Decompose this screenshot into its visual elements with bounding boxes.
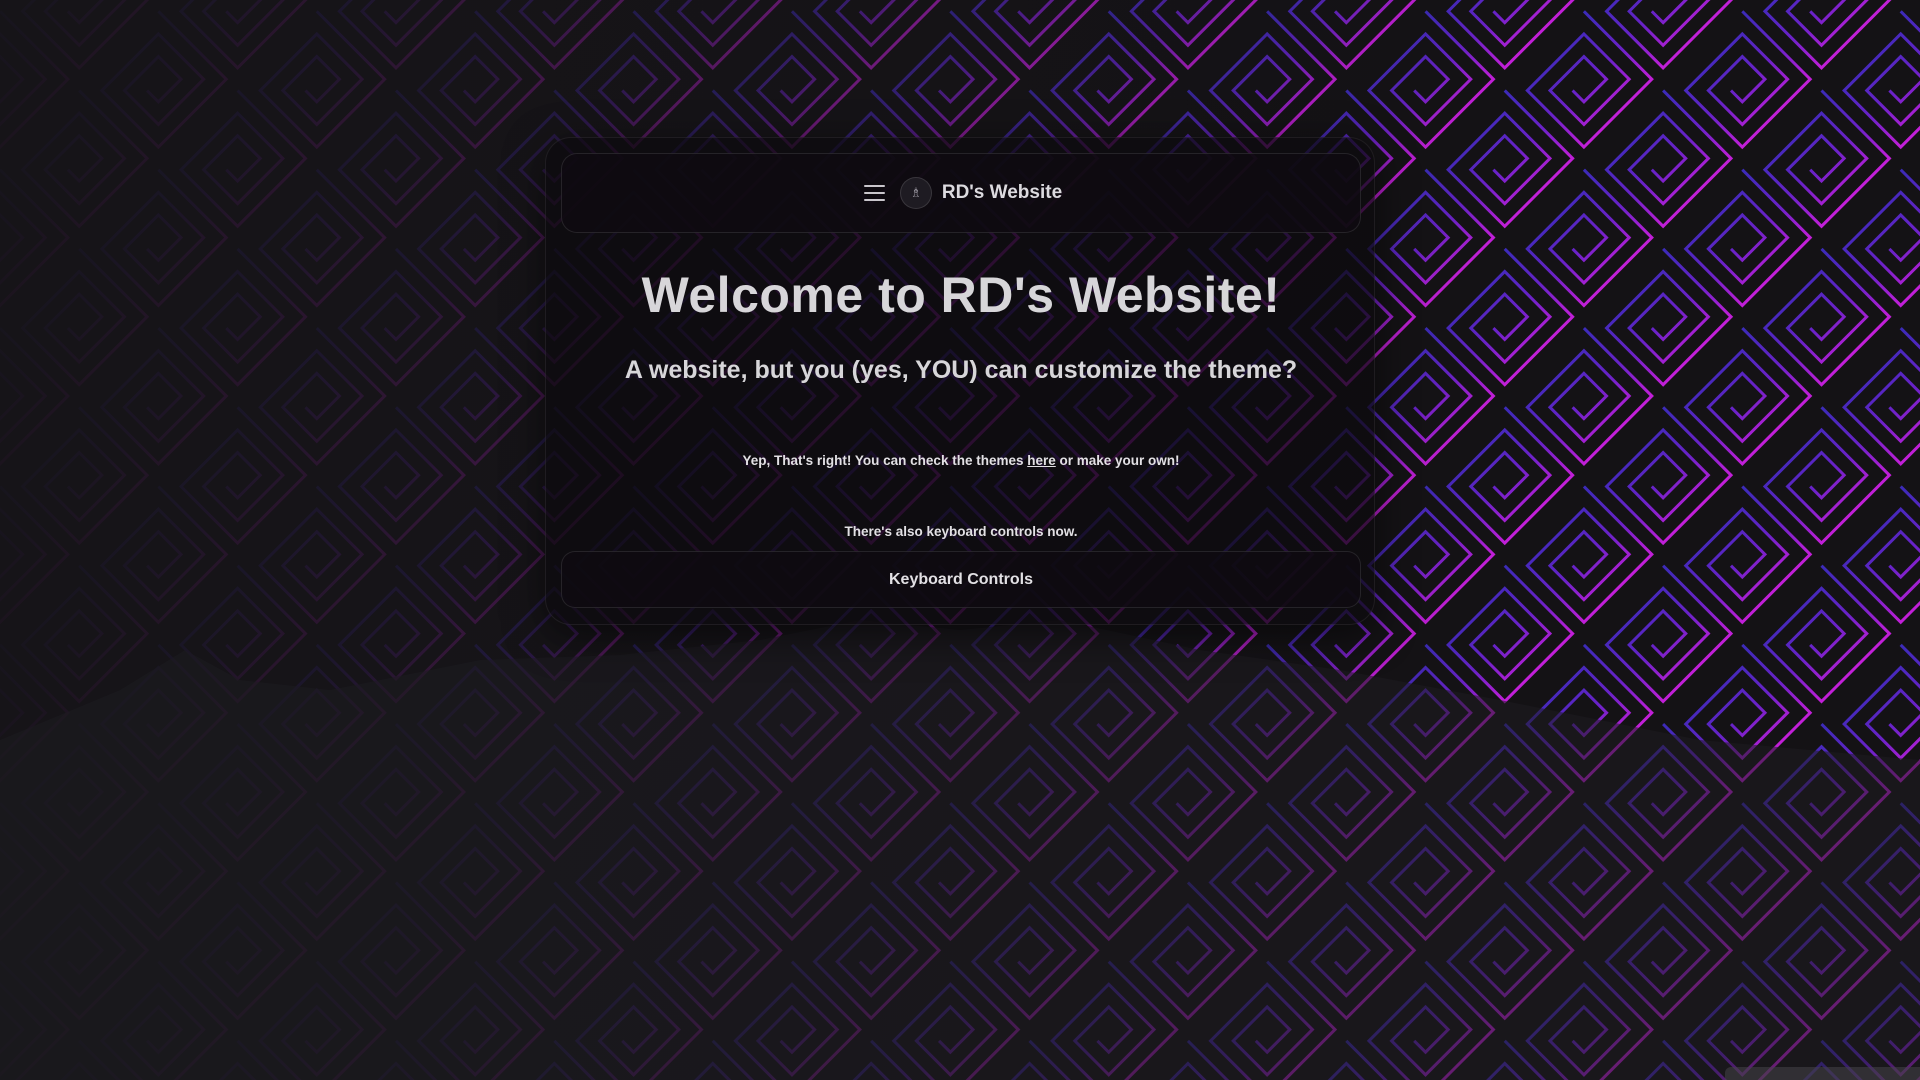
welcome-card: ♗ RD's Website Welcome to RD's Website! …: [545, 137, 1375, 625]
corner-overlay: [1725, 1067, 1920, 1080]
page-subtitle: A website, but you (yes, YOU) can custom…: [624, 356, 1298, 384]
site-name[interactable]: RD's Website: [942, 182, 1062, 204]
logo-glyph: ♗: [910, 185, 922, 201]
themes-text-before: Yep, That's right! You can check the the…: [742, 453, 1028, 468]
page-title: Welcome to RD's Website!: [641, 267, 1281, 323]
hamburger-menu-icon[interactable]: [860, 178, 890, 208]
keyboard-controls-button[interactable]: Keyboard Controls: [561, 551, 1361, 608]
site-logo-icon[interactable]: ♗: [899, 177, 932, 209]
themes-link[interactable]: here: [1027, 453, 1056, 468]
themes-paragraph: Yep, That's right! You can check the the…: [546, 453, 1376, 468]
themes-text-after: or make your own!: [1055, 453, 1180, 468]
keyboard-note: There's also keyboard controls now.: [844, 524, 1078, 539]
navbar: ♗ RD's Website: [561, 153, 1361, 233]
